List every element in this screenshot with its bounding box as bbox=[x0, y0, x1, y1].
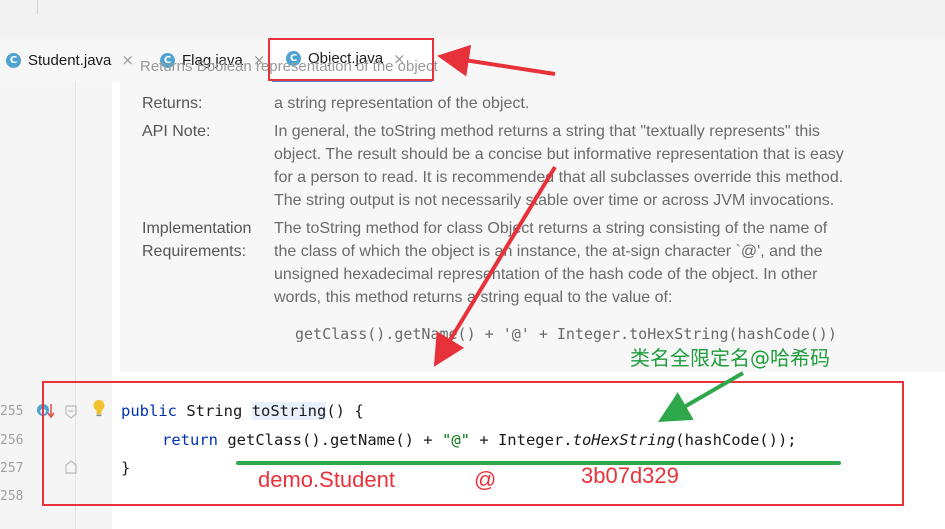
java-class-icon: C bbox=[6, 52, 21, 68]
impl-line: words, this method returns a string equa… bbox=[274, 289, 673, 306]
implementation-label: Implementation Requirements: bbox=[142, 217, 270, 263]
toolbar-divider bbox=[37, 0, 38, 14]
api-note-line: The string output is not necessarily sta… bbox=[274, 192, 835, 209]
api-note-line: object. The result should be a concise b… bbox=[274, 146, 844, 163]
api-note-text: In general, the toString method returns … bbox=[274, 120, 934, 212]
line-number: 258 bbox=[0, 489, 24, 504]
impl-line: the class of which the object is an inst… bbox=[274, 243, 823, 260]
line-number: 256 bbox=[0, 433, 24, 448]
returns-label: Returns: bbox=[142, 95, 203, 112]
impl-line: The toString method for class Object ret… bbox=[274, 220, 828, 237]
green-underline bbox=[236, 461, 841, 465]
red-annotation-at: @ bbox=[474, 467, 497, 492]
javadoc-code-sample: getClass().getName() + '@' + Integer.toH… bbox=[295, 325, 837, 343]
api-note-label: API Note: bbox=[142, 123, 211, 140]
impl-line: unsigned hexadecimal representation of t… bbox=[274, 266, 818, 283]
tab-student-java[interactable]: C Student.java × bbox=[2, 38, 148, 82]
green-annotation: 类名全限定名@哈希码 bbox=[630, 346, 830, 370]
red-highlight-box-code bbox=[42, 381, 904, 506]
api-note-line: for a person to read. It is recommended … bbox=[274, 169, 844, 186]
implementation-text: The toString method for class Object ret… bbox=[274, 217, 934, 309]
close-icon[interactable]: × bbox=[121, 51, 134, 69]
api-note-line: In general, the toString method returns … bbox=[274, 123, 820, 140]
top-toolbar bbox=[0, 0, 945, 39]
red-annotation-class: demo.Student bbox=[258, 467, 395, 492]
implementation-label-line: Implementation bbox=[142, 220, 252, 237]
returns-text: a string representation of the object. bbox=[274, 95, 530, 112]
implementation-label-line: Requirements: bbox=[142, 243, 247, 260]
line-number: 255 bbox=[0, 404, 24, 419]
red-annotation-hash: 3b07d329 bbox=[581, 463, 679, 488]
tab-label: Student.java bbox=[28, 51, 112, 69]
line-number: 257 bbox=[0, 461, 24, 476]
red-highlight-box-tab bbox=[268, 38, 434, 81]
